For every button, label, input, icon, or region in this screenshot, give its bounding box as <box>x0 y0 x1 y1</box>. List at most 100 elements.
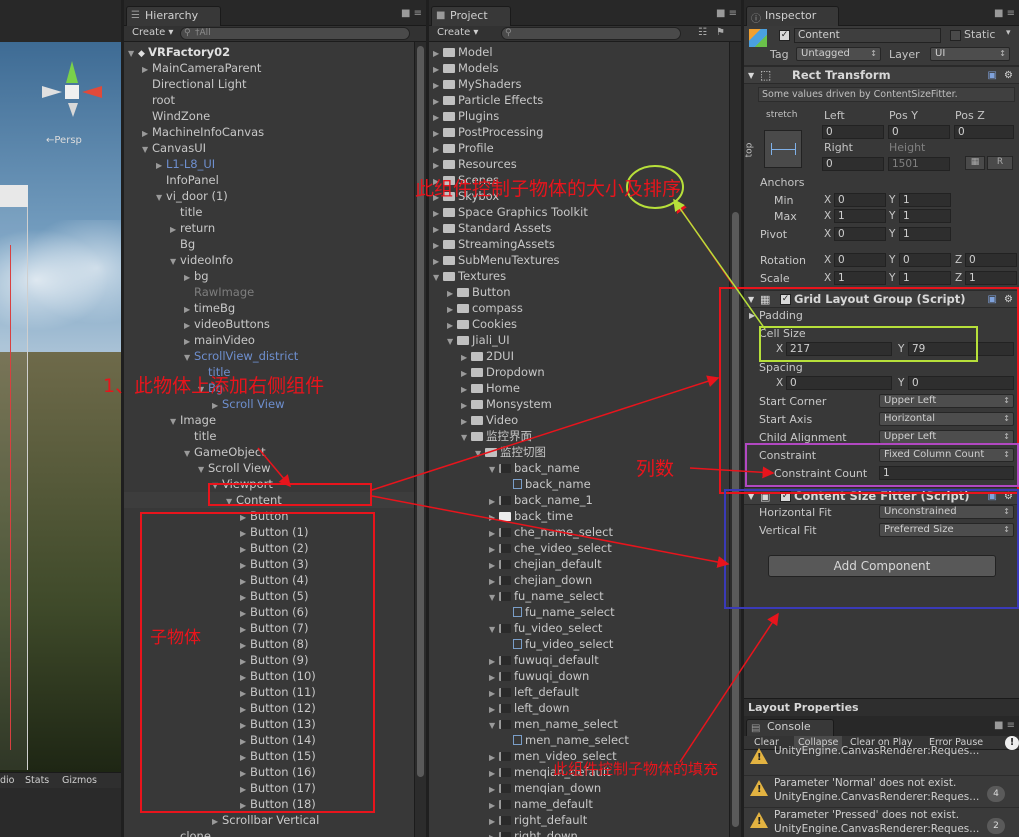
project-item[interactable]: fu_name_select <box>429 604 729 620</box>
project-scroll-thumb[interactable] <box>732 212 739 827</box>
hierarchy-item[interactable]: RawImage <box>124 284 414 300</box>
hierarchy-item[interactable]: ▶ Button (12) <box>124 700 414 716</box>
constraint-dropdown[interactable]: Fixed Column Count <box>879 448 1014 462</box>
hierarchy-item[interactable]: ▶ Button (16) <box>124 764 414 780</box>
project-item[interactable]: ▶ right_down <box>429 828 729 837</box>
hierarchy-item[interactable]: ▶ Button (5) <box>124 588 414 604</box>
project-item[interactable]: ▶ Resources <box>429 156 729 172</box>
gizmo-z-axis-icon[interactable] <box>68 103 78 117</box>
add-component-button[interactable]: Add Component <box>768 555 996 577</box>
layer-dropdown[interactable]: UI <box>930 47 1010 61</box>
posy-field[interactable]: 0 <box>888 125 950 139</box>
help-icon[interactable]: ▣ <box>988 67 997 84</box>
project-item[interactable]: ▶ SubMenuTextures <box>429 252 729 268</box>
project-item[interactable]: ▶ menqian_default <box>429 764 729 780</box>
hierarchy-scroll-thumb[interactable] <box>417 46 424 777</box>
project-tab[interactable]: ■ Project <box>431 6 511 26</box>
hierarchy-item[interactable]: ▶ Button (13) <box>124 716 414 732</box>
layout-properties-bar[interactable]: Layout Properties <box>744 698 1019 716</box>
project-item[interactable]: ▶ Home <box>429 380 729 396</box>
hierarchy-item[interactable]: ▶ return <box>124 220 414 236</box>
gizmo-x-axis-icon[interactable] <box>82 86 102 98</box>
rotation-z-field[interactable]: 0 <box>965 253 1017 267</box>
hierarchy-item[interactable]: ▶ Button (10) <box>124 668 414 684</box>
inspector-tab[interactable]: ⓘ Inspector <box>746 6 840 26</box>
project-item[interactable]: ▶ left_default <box>429 684 729 700</box>
hierarchy-item[interactable]: title <box>124 204 414 220</box>
right-field[interactable]: 0 <box>822 157 884 171</box>
scene-view[interactable]: ←Persp dio Stats Gizmos <box>0 0 121 837</box>
project-item[interactable]: ▶ name_default <box>429 796 729 812</box>
component-gear-icon[interactable]: ⚙ <box>1004 488 1013 505</box>
hierarchy-item[interactable]: ▼ Viewport <box>124 476 414 492</box>
project-item[interactable]: ▶ Skybox <box>429 188 729 204</box>
gizmo-y-axis-icon[interactable] <box>66 61 78 83</box>
filter-type-icon[interactable]: ☷ <box>698 27 707 38</box>
min-y-field[interactable]: 1 <box>899 193 951 207</box>
project-item[interactable]: ▶ Models <box>429 60 729 76</box>
help-icon[interactable]: ▣ <box>988 488 997 505</box>
min-x-field[interactable]: 0 <box>834 193 886 207</box>
hierarchy-item[interactable]: Bg <box>124 236 414 252</box>
child-alignment-dropdown[interactable]: Upper Left <box>879 430 1014 444</box>
panel-menu-icon[interactable]: ■ ≡ <box>716 8 737 19</box>
gizmo-neg-x-icon[interactable] <box>42 86 62 98</box>
project-item[interactable]: ▶ Model <box>429 44 729 60</box>
start-axis-dropdown[interactable]: Horizontal <box>879 412 1014 426</box>
raw-edit-button[interactable]: R <box>987 156 1013 170</box>
posz-field[interactable]: 0 <box>954 125 1014 139</box>
hierarchy-item[interactable]: ▼ Scroll View <box>124 460 414 476</box>
padding-row[interactable]: ▶ Padding <box>744 307 1019 324</box>
project-item[interactable]: ▶ MyShaders <box>429 76 729 92</box>
project-item[interactable]: ▶ back_time <box>429 508 729 524</box>
project-item[interactable]: ▶ men_video_select <box>429 748 729 764</box>
hierarchy-item-selected[interactable]: ▼ Content <box>124 492 414 508</box>
hierarchy-item[interactable]: title <box>124 428 414 444</box>
hierarchy-item[interactable]: ▶ Button (2) <box>124 540 414 556</box>
hierarchy-item[interactable]: ▼ CanvasUI <box>124 140 414 156</box>
scene-gizmo[interactable] <box>38 55 108 125</box>
project-item[interactable]: ▶ 2DUI <box>429 348 729 364</box>
project-item[interactable]: ▶ fuwuqi_down <box>429 668 729 684</box>
project-item[interactable]: ▶ PostProcessing <box>429 124 729 140</box>
project-item[interactable]: ▶ Cookies <box>429 316 729 332</box>
hierarchy-item[interactable]: ▼ Bg <box>124 380 414 396</box>
project-item[interactable]: ▼ back_name <box>429 460 729 476</box>
hierarchy-item[interactable]: ▶ Button (9) <box>124 652 414 668</box>
start-corner-dropdown[interactable]: Upper Left <box>879 394 1014 408</box>
gizmo-center-icon[interactable] <box>65 85 79 99</box>
hierarchy-item[interactable]: ▶ MainCameraParent <box>124 60 414 76</box>
spacing-x-field[interactable]: 0 <box>786 376 892 390</box>
project-item[interactable]: back_name <box>429 476 729 492</box>
project-create-button[interactable]: Create ▾ <box>433 26 482 42</box>
project-item[interactable]: ▶ Video <box>429 412 729 428</box>
cell-size-y-field[interactable]: 79 <box>908 342 1014 356</box>
project-scrollbar[interactable] <box>729 42 741 837</box>
cell-size-x-field[interactable]: 217 <box>786 342 892 356</box>
project-item[interactable]: ▼ men_name_select <box>429 716 729 732</box>
hierarchy-scrollbar[interactable] <box>414 42 426 837</box>
component-gear-icon[interactable]: ⚙ <box>1004 291 1013 308</box>
hierarchy-item[interactable]: ▶ Button (11) <box>124 684 414 700</box>
content-size-fitter-enabled-checkbox[interactable]: ✓ <box>780 491 791 502</box>
project-item[interactable]: ▶ Standard Assets <box>429 220 729 236</box>
scene-footer-gizmos[interactable]: Gizmos <box>62 775 97 786</box>
project-item[interactable]: men_name_select <box>429 732 729 748</box>
hierarchy-item[interactable]: title <box>124 364 414 380</box>
max-x-field[interactable]: 1 <box>834 209 886 223</box>
hierarchy-item[interactable]: ▶ Button (3) <box>124 556 414 572</box>
hierarchy-item[interactable]: ▼ vi_door (1) <box>124 188 414 204</box>
hierarchy-item[interactable]: Directional Light <box>124 76 414 92</box>
hierarchy-search-input[interactable]: ⚲ †All <box>180 27 410 40</box>
hierarchy-item[interactable]: ▶ Button (6) <box>124 604 414 620</box>
hierarchy-item[interactable]: ▶ videoButtons <box>124 316 414 332</box>
rect-transform-header[interactable]: ▼ ⬚ Rect Transform ▣ ⚙ <box>744 66 1019 84</box>
rotation-y-field[interactable]: 0 <box>899 253 951 267</box>
scale-z-field[interactable]: 1 <box>965 271 1017 285</box>
static-checkbox[interactable] <box>950 30 961 41</box>
foldout-arrow-icon[interactable]: ▼ <box>748 488 754 505</box>
project-item[interactable]: ▶ chejian_default <box>429 556 729 572</box>
project-item[interactable]: ▶ Dropdown <box>429 364 729 380</box>
foldout-arrow-icon[interactable]: ▶ <box>489 830 499 837</box>
spacing-y-field[interactable]: 0 <box>908 376 1014 390</box>
